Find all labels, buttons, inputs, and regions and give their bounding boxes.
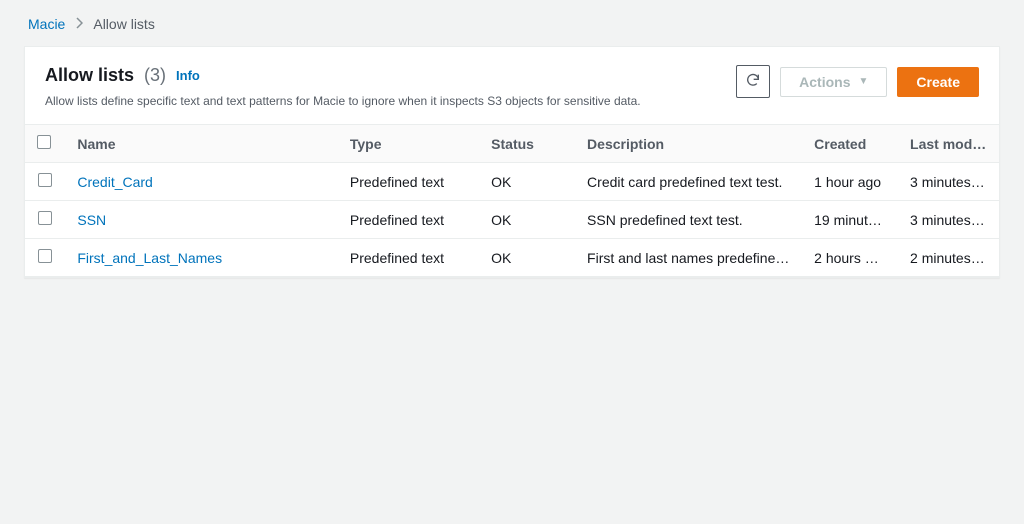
row-checkbox[interactable] xyxy=(38,249,52,263)
column-header-type[interactable]: Type xyxy=(338,125,479,163)
cell-modified: 3 minutes ago xyxy=(898,201,999,239)
create-button[interactable]: Create xyxy=(897,67,979,97)
actions-button[interactable]: Actions ▼ xyxy=(780,67,887,97)
cell-status: OK xyxy=(479,201,575,239)
column-header-status[interactable]: Status xyxy=(479,125,575,163)
cell-modified: 2 minutes ago xyxy=(898,239,999,277)
info-link[interactable]: Info xyxy=(176,68,200,83)
actions-bar: Actions ▼ Create xyxy=(736,65,979,98)
column-header-description[interactable]: Description xyxy=(575,125,802,163)
page-title: Allow lists xyxy=(45,65,134,86)
allow-list-name-link[interactable]: Credit_Card xyxy=(77,174,152,190)
table-row: First_and_Last_Names Predefined text OK … xyxy=(25,239,999,277)
page-description: Allow lists define specific text and tex… xyxy=(45,94,641,108)
column-header-name[interactable]: Name xyxy=(65,125,338,163)
breadcrumb-current: Allow lists xyxy=(93,16,154,32)
table-row: Credit_Card Predefined text OK Credit ca… xyxy=(25,163,999,201)
cell-type: Predefined text xyxy=(338,239,479,277)
cell-created: 2 hours ago xyxy=(802,239,898,277)
cell-description: First and last names predefined tex… xyxy=(575,239,802,277)
select-all-checkbox[interactable] xyxy=(37,135,51,149)
breadcrumb: Macie Allow lists xyxy=(24,16,1000,32)
refresh-button[interactable] xyxy=(736,65,770,98)
caret-down-icon: ▼ xyxy=(859,76,869,87)
allow-list-name-link[interactable]: First_and_Last_Names xyxy=(77,250,222,266)
column-header-select xyxy=(25,125,65,163)
cell-type: Predefined text xyxy=(338,201,479,239)
allow-lists-panel: Allow lists (3) Info Allow lists define … xyxy=(24,46,1000,278)
cell-description: Credit card predefined text test. xyxy=(575,163,802,201)
row-checkbox[interactable] xyxy=(38,173,52,187)
cell-status: OK xyxy=(479,239,575,277)
column-header-created[interactable]: Created xyxy=(802,125,898,163)
column-header-modified[interactable]: Last modif... xyxy=(898,125,999,163)
allow-lists-table: Name Type Status Description Created Las… xyxy=(25,124,999,277)
refresh-icon xyxy=(745,72,761,91)
cell-created: 19 minutes ago xyxy=(802,201,898,239)
actions-button-label: Actions xyxy=(799,74,850,90)
breadcrumb-root[interactable]: Macie xyxy=(28,16,65,32)
cell-type: Predefined text xyxy=(338,163,479,201)
cell-created: 1 hour ago xyxy=(802,163,898,201)
chevron-right-icon xyxy=(75,16,83,32)
allow-list-name-link[interactable]: SSN xyxy=(77,212,106,228)
table-row: SSN Predefined text OK SSN predefined te… xyxy=(25,201,999,239)
page-title-count: (3) xyxy=(144,65,166,86)
cell-modified: 3 minutes ago xyxy=(898,163,999,201)
row-checkbox[interactable] xyxy=(38,211,52,225)
cell-status: OK xyxy=(479,163,575,201)
cell-description: SSN predefined text test. xyxy=(575,201,802,239)
